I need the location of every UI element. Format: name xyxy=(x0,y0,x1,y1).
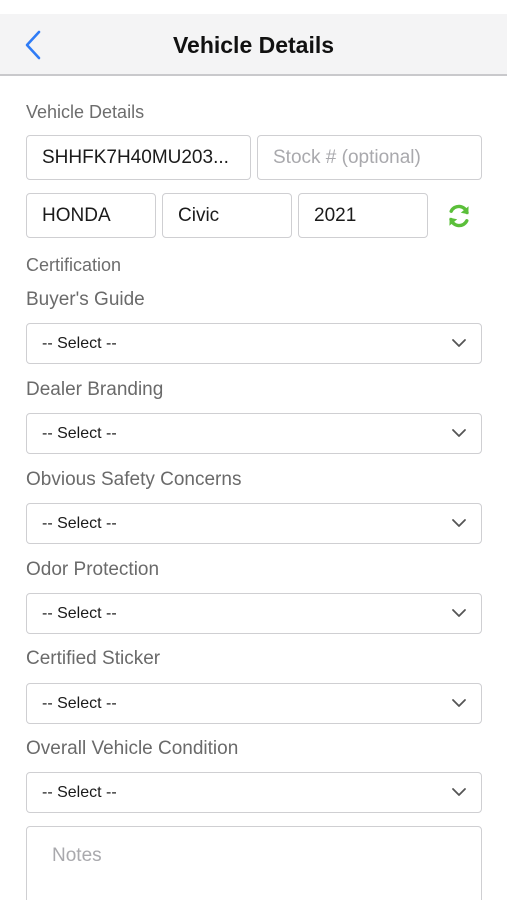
refresh-icon xyxy=(449,204,469,228)
page-title: Vehicle Details xyxy=(172,32,335,58)
chevron-down-icon xyxy=(452,788,466,796)
dealer-branding-select[interactable]: -- Select -- xyxy=(26,413,482,454)
certified-sticker-select-value: -- Select -- xyxy=(42,694,117,712)
safety-concerns-label: Obvious Safety Concerns xyxy=(26,469,242,490)
safety-concerns-select-value: -- Select -- xyxy=(42,514,117,532)
certified-sticker-select[interactable]: -- Select -- xyxy=(26,683,482,724)
chevron-down-icon xyxy=(452,609,466,617)
model-field[interactable]: Civic xyxy=(162,193,292,238)
chevron-down-icon xyxy=(452,519,466,527)
odor-protection-label: Odor Protection xyxy=(26,559,160,580)
year-field[interactable]: 2021 xyxy=(298,193,428,238)
stock-number-field[interactable]: Stock # (optional) xyxy=(257,135,482,180)
refresh-button[interactable] xyxy=(444,201,474,231)
safety-concerns-select[interactable]: -- Select -- xyxy=(26,503,482,544)
navigation-bar: Vehicle Details xyxy=(0,14,507,76)
status-bar-area xyxy=(0,0,507,14)
odor-protection-select[interactable]: -- Select -- xyxy=(26,593,482,634)
overall-condition-select-value: -- Select -- xyxy=(42,783,117,801)
buyers-guide-select-value: -- Select -- xyxy=(42,334,117,352)
vehicle-details-section-label: Vehicle Details xyxy=(26,102,145,122)
overall-condition-select[interactable]: -- Select -- xyxy=(26,772,482,813)
dealer-branding-select-value: -- Select -- xyxy=(42,424,117,442)
certified-sticker-label: Certified Sticker xyxy=(26,648,161,669)
buyers-guide-label: Buyer's Guide xyxy=(26,289,145,310)
make-field[interactable]: HONDA xyxy=(26,193,156,238)
vin-field[interactable]: SHHFK7H40MU203... xyxy=(26,135,251,180)
chevron-down-icon xyxy=(452,429,466,437)
notes-textarea[interactable]: Notes xyxy=(26,826,482,900)
overall-condition-label: Overall Vehicle Condition xyxy=(26,738,239,759)
buyers-guide-select[interactable]: -- Select -- xyxy=(26,323,482,364)
chevron-down-icon xyxy=(452,339,466,347)
certification-section-label: Certification xyxy=(26,255,122,275)
odor-protection-select-value: -- Select -- xyxy=(42,604,117,622)
dealer-branding-label: Dealer Branding xyxy=(26,379,164,400)
chevron-down-icon xyxy=(452,699,466,707)
